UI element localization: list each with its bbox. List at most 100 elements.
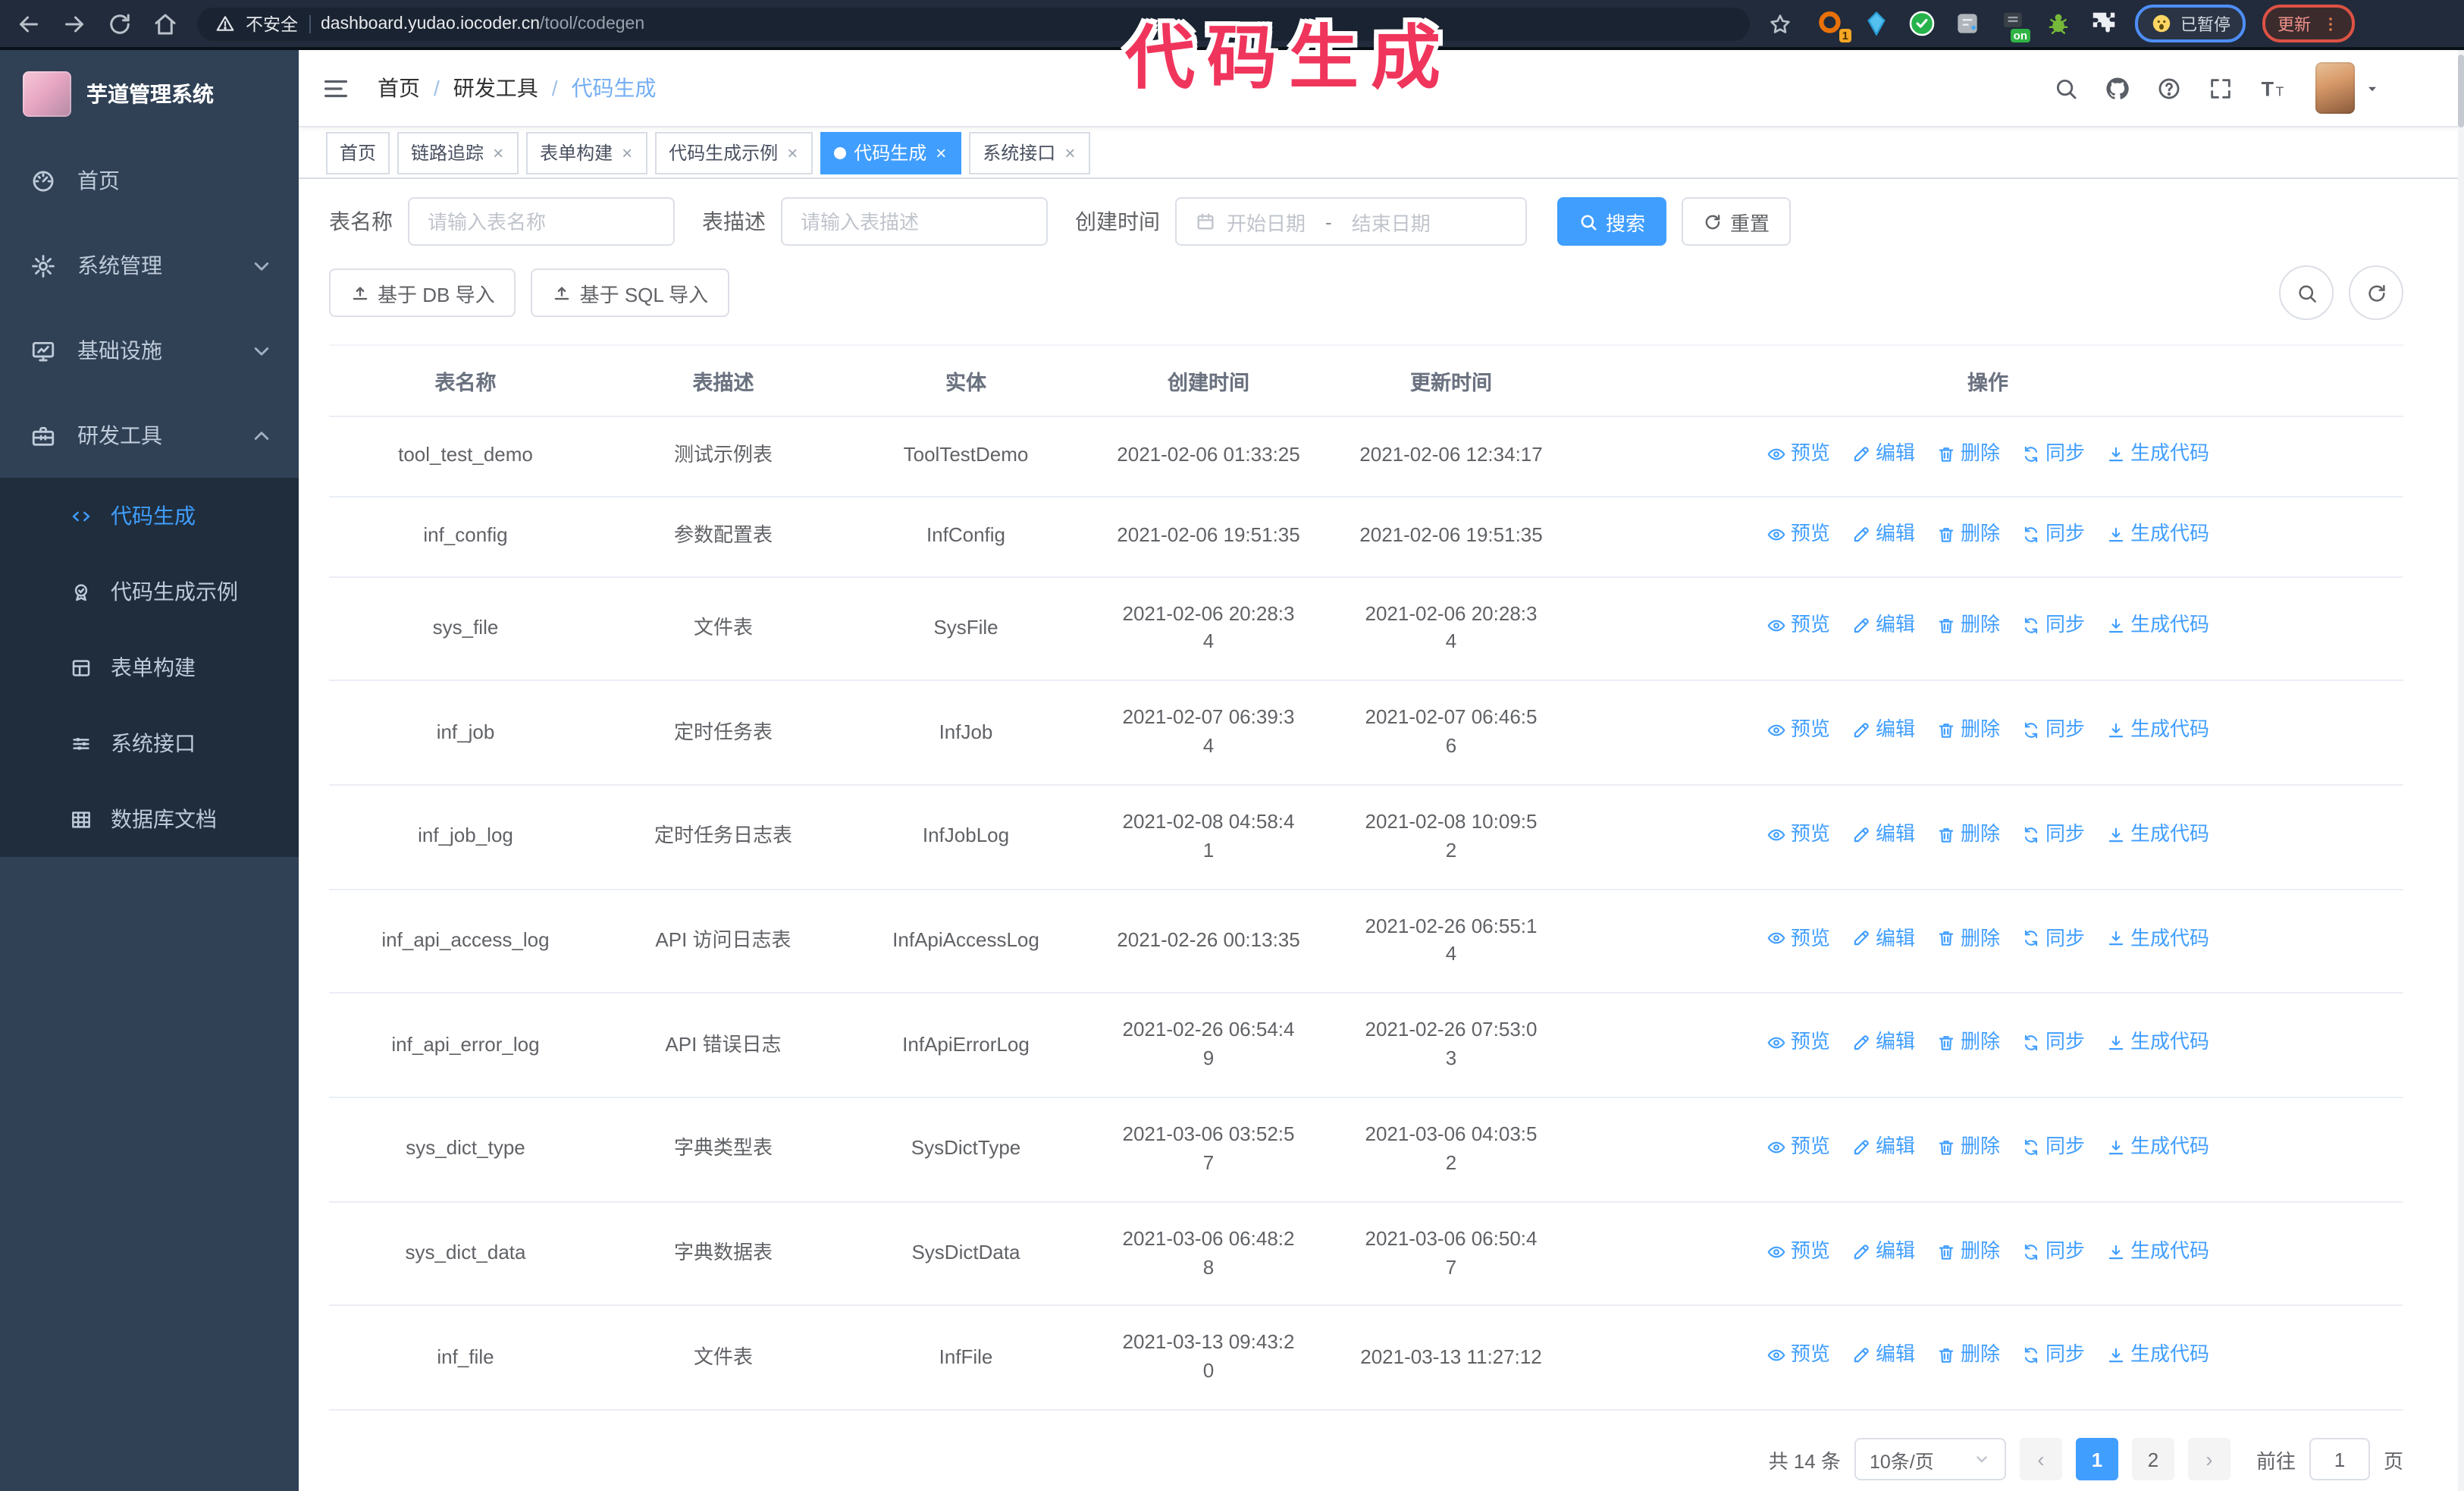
home-icon[interactable] <box>152 10 179 37</box>
generate-code-link[interactable]: 生成代码 <box>2106 716 2209 745</box>
show-search-button[interactable] <box>2279 265 2334 320</box>
search-button[interactable]: 搜索 <box>1557 197 1667 246</box>
hamburger-icon[interactable] <box>321 74 350 102</box>
sidebar-item[interactable]: 首页 <box>0 138 299 223</box>
sync-link[interactable]: 同步 <box>2021 821 2085 849</box>
preview-link[interactable]: 预览 <box>1766 716 1830 745</box>
close-icon[interactable]: × <box>1063 143 1077 162</box>
extension-sliders-icon[interactable] <box>1953 9 1982 38</box>
sync-link[interactable]: 同步 <box>2021 520 2085 549</box>
delete-link[interactable]: 删除 <box>1936 924 2000 953</box>
sidebar-subitem[interactable]: 系统接口 <box>0 705 299 781</box>
sidebar-item[interactable]: 基础设施 <box>0 308 299 393</box>
sidebar-subitem[interactable]: 代码生成 <box>0 478 299 554</box>
generate-code-link[interactable]: 生成代码 <box>2106 821 2209 849</box>
sync-link[interactable]: 同步 <box>2021 1237 2085 1266</box>
extension-gem-icon[interactable] <box>1862 9 1891 38</box>
user-menu[interactable] <box>2315 62 2381 114</box>
search-icon[interactable] <box>2053 75 2079 101</box>
edit-link[interactable]: 编辑 <box>1851 1133 1915 1162</box>
import-db-button[interactable]: 基于 DB 导入 <box>329 268 516 317</box>
preview-link[interactable]: 预览 <box>1766 1237 1830 1266</box>
tag-tab[interactable]: 链路追踪 × <box>397 131 519 174</box>
kebab-menu-icon[interactable] <box>2321 14 2340 33</box>
preview-link[interactable]: 预览 <box>1766 440 1830 469</box>
edit-link[interactable]: 编辑 <box>1851 1028 1915 1057</box>
forward-icon[interactable] <box>61 10 88 37</box>
sidebar-subitem[interactable]: 表单构建 <box>0 629 299 705</box>
generate-code-link[interactable]: 生成代码 <box>2106 612 2209 641</box>
edit-link[interactable]: 编辑 <box>1851 821 1915 849</box>
delete-link[interactable]: 删除 <box>1936 520 2000 549</box>
sync-link[interactable]: 同步 <box>2021 612 2085 641</box>
page-button-1[interactable]: 1 <box>2075 1438 2118 1481</box>
help-icon[interactable] <box>2156 75 2182 101</box>
delete-link[interactable]: 删除 <box>1936 821 2000 849</box>
next-page-button[interactable]: › <box>2187 1438 2230 1481</box>
sync-link[interactable]: 同步 <box>2021 1342 2085 1370</box>
preview-link[interactable]: 预览 <box>1766 1342 1830 1370</box>
breadcrumb-dev-tools[interactable]: 研发工具 <box>453 73 538 103</box>
delete-link[interactable]: 删除 <box>1936 716 2000 745</box>
sidebar-subitem[interactable]: 代码生成示例 <box>0 554 299 629</box>
tag-tab[interactable]: 首页 <box>326 131 390 174</box>
sidebar-subitem[interactable]: 数据库文档 <box>0 781 299 857</box>
edit-link[interactable]: 编辑 <box>1851 612 1915 641</box>
profile-paused-chip[interactable]: 已暂停 <box>2135 5 2246 42</box>
generate-code-link[interactable]: 生成代码 <box>2106 1133 2209 1162</box>
page-size-select[interactable]: 10条/页 <box>1854 1438 2006 1481</box>
generate-code-link[interactable]: 生成代码 <box>2106 440 2209 469</box>
sync-link[interactable]: 同步 <box>2021 1028 2085 1057</box>
delete-link[interactable]: 删除 <box>1936 1133 2000 1162</box>
browser-update-chip[interactable]: 更新 <box>2262 5 2355 42</box>
reset-button[interactable]: 重置 <box>1682 197 1792 246</box>
preview-link[interactable]: 预览 <box>1766 1133 1830 1162</box>
preview-link[interactable]: 预览 <box>1766 821 1830 849</box>
extension-dark-on-icon[interactable]: on <box>1998 9 2030 42</box>
font-size-icon[interactable]: TT <box>2259 74 2290 102</box>
edit-link[interactable]: 编辑 <box>1851 1342 1915 1370</box>
fullscreen-icon[interactable] <box>2208 75 2234 101</box>
extension-bug-icon[interactable] <box>2044 9 2073 38</box>
refresh-table-button[interactable] <box>2349 265 2403 320</box>
edit-link[interactable]: 编辑 <box>1851 716 1915 745</box>
sidebar-item[interactable]: 系统管理 <box>0 223 299 308</box>
import-sql-button[interactable]: 基于 SQL 导入 <box>531 268 730 317</box>
goto-page-input[interactable] <box>2309 1438 2370 1481</box>
sync-link[interactable]: 同步 <box>2021 924 2085 953</box>
generate-code-link[interactable]: 生成代码 <box>2106 1237 2209 1266</box>
close-icon[interactable]: × <box>620 143 634 162</box>
sidebar-item[interactable]: 研发工具 <box>0 393 299 478</box>
preview-link[interactable]: 预览 <box>1766 1028 1830 1057</box>
close-icon[interactable]: × <box>934 143 948 162</box>
table-name-input[interactable] <box>408 197 675 246</box>
close-icon[interactable]: × <box>491 143 505 162</box>
tag-tab[interactable]: 代码生成 × <box>820 131 962 174</box>
prev-page-button[interactable]: ‹ <box>2019 1438 2062 1481</box>
edit-link[interactable]: 编辑 <box>1851 440 1915 469</box>
edit-link[interactable]: 编辑 <box>1851 520 1915 549</box>
sync-link[interactable]: 同步 <box>2021 440 2085 469</box>
generate-code-link[interactable]: 生成代码 <box>2106 1342 2209 1370</box>
generate-code-link[interactable]: 生成代码 <box>2106 924 2209 953</box>
extension-puzzle-icon[interactable] <box>2089 9 2118 38</box>
extension-shield-check-icon[interactable] <box>1908 9 1936 38</box>
reload-icon[interactable] <box>106 10 133 37</box>
date-range-picker[interactable]: 开始日期 - 结束日期 <box>1175 197 1527 246</box>
logo-row[interactable]: 芋道管理系统 <box>0 50 299 138</box>
delete-link[interactable]: 删除 <box>1936 1342 2000 1370</box>
table-desc-input[interactable] <box>781 197 1048 246</box>
sync-link[interactable]: 同步 <box>2021 716 2085 745</box>
github-icon[interactable] <box>2105 75 2130 101</box>
delete-link[interactable]: 删除 <box>1936 1237 2000 1266</box>
extension-orange-ring-icon[interactable]: 1 <box>1817 9 1851 42</box>
tag-tab[interactable]: 代码生成示例 × <box>655 131 813 174</box>
delete-link[interactable]: 删除 <box>1936 1028 2000 1057</box>
preview-link[interactable]: 预览 <box>1766 520 1830 549</box>
tag-tab[interactable]: 表单构建 × <box>526 131 648 174</box>
back-icon[interactable] <box>15 10 42 37</box>
generate-code-link[interactable]: 生成代码 <box>2106 520 2209 549</box>
preview-link[interactable]: 预览 <box>1766 924 1830 953</box>
edit-link[interactable]: 编辑 <box>1851 1237 1915 1266</box>
page-button-2[interactable]: 2 <box>2131 1438 2174 1481</box>
